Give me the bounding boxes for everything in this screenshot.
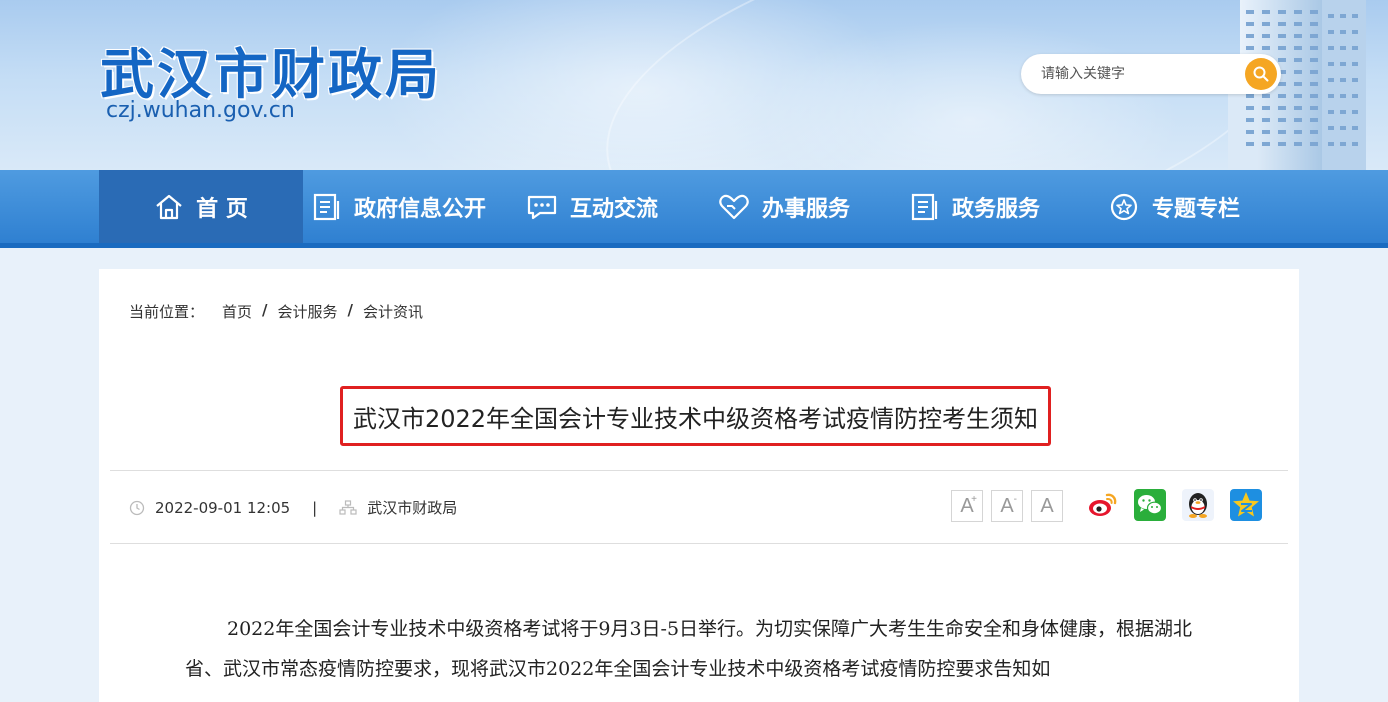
nav-item-label: 政府信息公开 — [354, 196, 487, 222]
nav-item-interaction[interactable]: 互动交流 — [526, 170, 658, 243]
qq-icon — [1189, 493, 1207, 518]
heart-hands-icon — [719, 194, 749, 219]
font-button-label: A — [1040, 494, 1054, 517]
article-title-highlight: 武汉市2022年全国会计专业技术中级资格考试疫情防控考生须知 — [340, 386, 1051, 446]
site-domain: czj.wuhan.gov.cn — [106, 98, 295, 123]
breadcrumb-separator: / — [262, 301, 268, 319]
chat-bubble-icon — [527, 195, 557, 219]
nav-item-home[interactable]: 首 页 — [99, 170, 303, 243]
share-bar — [1086, 489, 1262, 521]
font-reset-button[interactable]: A — [1031, 490, 1063, 522]
wechat-icon — [1138, 495, 1163, 515]
article-body-paragraph: 2022年全国会计专业技术中级资格考试将于9月3日-5日举行。为切实保障广大考生… — [185, 618, 1193, 680]
meta-divider: | — [312, 498, 318, 517]
share-weibo-button[interactable] — [1086, 489, 1118, 521]
share-wechat-button[interactable] — [1134, 489, 1166, 521]
breadcrumb-separator: / — [347, 301, 354, 319]
nav-item-gov-services[interactable]: 政务服务 — [910, 170, 1040, 243]
weibo-icon — [1086, 489, 1118, 521]
nav-item-label: 专题专栏 — [1152, 196, 1241, 222]
article-title: 武汉市2022年全国会计专业技术中级资格考试疫情防控考生须知 — [352, 404, 1039, 433]
breadcrumb-label: 当前位置： — [129, 303, 205, 321]
article-meta: 2022-09-01 12:05 | 武汉市财政局 — [129, 497, 457, 518]
font-size-controls: A + A- A — [951, 490, 1063, 522]
font-decrease-button[interactable]: A- — [991, 490, 1023, 522]
qzone-icon — [1233, 492, 1259, 517]
nav-item-gov-info[interactable]: 政府信息公开 — [312, 170, 486, 243]
search-button[interactable] — [1245, 58, 1277, 90]
breadcrumb: 当前位置： 首页 / 会计服务 / 会计资讯 — [129, 301, 423, 322]
article-source: 武汉市财政局 — [367, 499, 458, 517]
article-card: 当前位置： 首页 / 会计服务 / 会计资讯 武汉市2022年全国会计专业技术中… — [99, 269, 1299, 702]
nav-item-label: 办事服务 — [762, 196, 851, 222]
font-increase-button[interactable]: A + — [951, 490, 983, 522]
main-nav: 首 页 政府信息公开 互动交流 办事服务 政务服务 专题专栏 — [0, 170, 1388, 248]
clock-icon — [129, 500, 145, 515]
publish-datetime: 2022-09-01 12:05 — [155, 498, 291, 517]
share-qzone-button[interactable] — [1230, 489, 1262, 521]
star-circle-icon — [1110, 193, 1138, 220]
share-qq-button[interactable] — [1182, 489, 1214, 521]
nav-item-label: 政务服务 — [952, 196, 1041, 222]
nav-item-label: 首 页 — [196, 196, 248, 222]
breadcrumb-accounting-news-link[interactable]: 会计资讯 — [363, 301, 423, 322]
breadcrumb-home-link[interactable]: 首页 — [222, 301, 252, 322]
document-list-icon — [911, 193, 938, 220]
nav-item-services[interactable]: 办事服务 — [718, 170, 850, 243]
nav-item-label: 互动交流 — [570, 196, 659, 222]
breadcrumb-accounting-services-link[interactable]: 会计服务 — [278, 301, 338, 322]
search-icon — [1253, 66, 1269, 82]
search-input[interactable] — [1041, 62, 1241, 86]
nav-item-topics[interactable]: 专题专栏 — [1108, 170, 1240, 243]
search-box — [1021, 54, 1281, 94]
home-icon — [156, 194, 182, 219]
divider — [110, 470, 1288, 471]
organization-icon — [339, 499, 357, 515]
divider — [110, 543, 1288, 544]
font-button-label: A — [1000, 494, 1014, 517]
document-list-icon — [313, 193, 340, 220]
